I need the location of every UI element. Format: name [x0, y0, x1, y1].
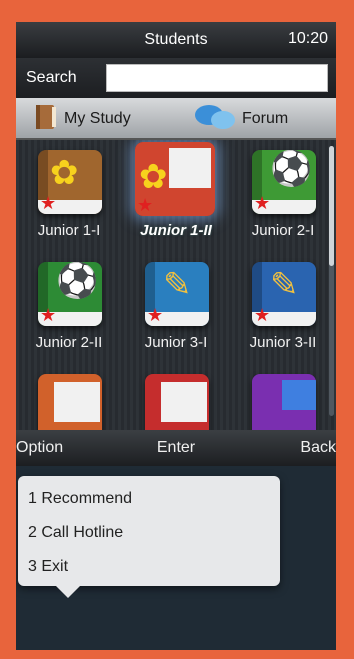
search-input[interactable]: [106, 64, 328, 92]
course-grid: ✿ ★ Junior 1-I ✿ ★ Junior 1-II ⚽ ★ Junio…: [16, 140, 336, 430]
course-tile-selected[interactable]: ✿ ★ Junior 1-II: [123, 140, 229, 252]
course-tile[interactable]: ✎ ★ Junior 3-II: [230, 252, 336, 364]
course-tile[interactable]: [16, 364, 122, 430]
phone-screen: Students 10:20 Search My Study Forum ✿ ★…: [16, 22, 336, 650]
course-tile[interactable]: ✿ ★ Junior 1-I: [16, 140, 122, 252]
star-icon: ★: [40, 305, 57, 325]
search-bar: Search: [16, 58, 336, 98]
nav-tabs: My Study Forum: [16, 98, 336, 140]
options-menu: 1 Recommend 2 Call Hotline 3 Exit: [18, 476, 280, 598]
search-label: Search: [26, 69, 77, 86]
course-tile[interactable]: ⚽ ★ Junior 2-II: [16, 252, 122, 364]
clock: 10:20: [287, 30, 328, 47]
flower-icon: ✿: [50, 154, 79, 192]
menu-item-recommend[interactable]: 1 Recommend: [28, 490, 132, 508]
scrollbar-thumb[interactable]: [329, 146, 334, 266]
star-icon: ★: [147, 305, 164, 325]
book-icon: [34, 103, 58, 136]
star-icon: ★: [137, 195, 154, 215]
softkey-bar: Option Enter Back: [16, 430, 336, 466]
pencil-icon: ✎: [270, 266, 299, 304]
tab-my-study[interactable]: My Study: [34, 98, 131, 140]
course-tile[interactable]: [123, 364, 229, 430]
flower-notebook-icon: ✿: [139, 158, 168, 196]
course-label: Junior 1-II: [140, 222, 212, 239]
course-label: Junior 3-II: [249, 334, 317, 351]
course-label: Junior 1-I: [37, 222, 101, 239]
course-label: Junior 3-I: [144, 334, 208, 351]
course-tile[interactable]: [230, 364, 336, 430]
tab-forum-label: Forum: [242, 110, 289, 127]
course-tile[interactable]: ⚽ ★ Junior 2-I: [230, 140, 336, 252]
menu-item-exit[interactable]: 3 Exit: [28, 558, 68, 576]
enter-softkey[interactable]: Enter: [16, 439, 336, 457]
star-icon: ★: [254, 305, 271, 325]
star-icon: ★: [254, 193, 271, 213]
tab-forum[interactable]: Forum: [194, 98, 288, 140]
grid-scrollbar[interactable]: [329, 146, 334, 416]
pencil-icon: ✎: [163, 266, 192, 304]
star-icon: ★: [40, 193, 57, 213]
tab-my-study-label: My Study: [64, 110, 131, 127]
back-softkey[interactable]: Back: [300, 439, 336, 457]
menu-item-call-hotline[interactable]: 2 Call Hotline: [28, 524, 123, 542]
status-bar: Students 10:20: [16, 22, 336, 58]
course-label: Junior 2-II: [35, 334, 103, 351]
soccer-ball-icon: ⚽: [56, 262, 99, 300]
course-tile[interactable]: ✎ ★ Junior 3-I: [123, 252, 229, 364]
course-label: Junior 2-I: [251, 222, 315, 239]
soccer-ball-icon: ⚽: [270, 150, 313, 188]
chat-bubbles-icon: [194, 102, 236, 137]
